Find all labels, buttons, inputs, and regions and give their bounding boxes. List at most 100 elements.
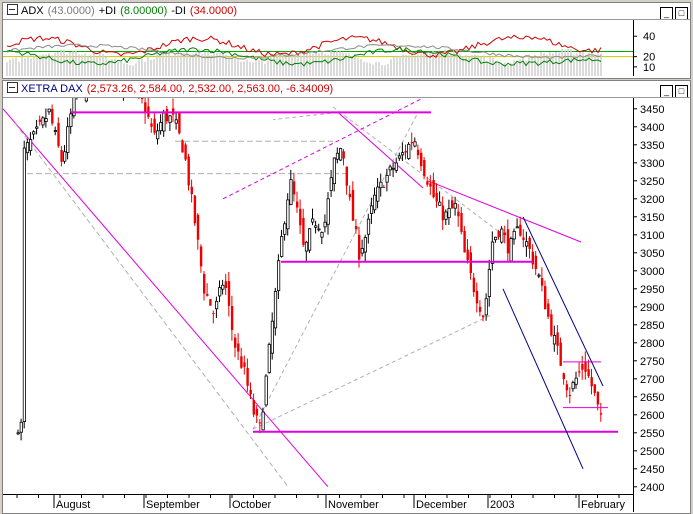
candle-body <box>267 344 271 373</box>
candle-body <box>38 119 42 122</box>
candle-body <box>435 192 438 202</box>
candle-body <box>457 211 460 217</box>
candle-body <box>379 181 383 189</box>
price-minimize-button[interactable]: _ <box>660 85 673 97</box>
candle-body <box>69 113 73 127</box>
candle-body <box>413 141 417 147</box>
candle-body <box>174 119 178 124</box>
candle <box>338 147 343 161</box>
y-tick-label: 3100 <box>640 230 664 242</box>
x-tick-label: September <box>146 499 200 511</box>
candle-body <box>181 140 184 153</box>
pane-menu-icon[interactable] <box>7 4 18 15</box>
candle-body <box>299 208 302 226</box>
y-tick-label: 2650 <box>640 392 664 404</box>
candle-body <box>227 281 231 306</box>
candle-body <box>304 241 309 252</box>
y-tick-label: 2450 <box>640 464 664 476</box>
adx-maximize-button[interactable]: □ <box>675 7 688 19</box>
pane-menu-icon[interactable] <box>7 82 18 93</box>
candle-body <box>460 213 463 233</box>
candle-body <box>534 255 538 270</box>
adx-minimize-button[interactable]: _ <box>660 7 673 19</box>
candle <box>181 139 184 153</box>
candle-body <box>506 229 510 254</box>
y-tick-label: 3400 <box>640 122 664 134</box>
adx-title-bar[interactable]: ADX (43.0000) +DI (8.00000) -DI (34.0000) _ □ <box>3 3 690 20</box>
adx-pane[interactable]: ADX (43.0000) +DI (8.00000) -DI (34.0000) _ □ … <box>2 2 691 79</box>
candle-body <box>168 115 172 123</box>
x-tick-label: February <box>581 499 626 511</box>
candle-body <box>599 413 603 415</box>
candle-body <box>252 399 255 415</box>
candle-body <box>426 181 429 185</box>
price-label: XETRA DAX <box>21 83 83 95</box>
plus-di-label: +DI <box>98 5 117 17</box>
candle-body <box>280 235 284 257</box>
candle-body <box>345 166 348 186</box>
candle-body <box>230 306 234 331</box>
candle-body <box>493 236 498 241</box>
candle-body <box>141 98 144 99</box>
candle-body <box>342 151 345 159</box>
candle <box>72 98 76 119</box>
candle-body <box>478 306 482 312</box>
candle-body <box>19 421 23 433</box>
candle-body <box>552 335 557 345</box>
candle-body <box>159 122 163 132</box>
candle-body <box>44 118 48 122</box>
candle-body <box>156 130 160 140</box>
y-tick-label: 2700 <box>640 374 664 386</box>
candle-body <box>487 269 492 297</box>
candle-body <box>407 143 411 159</box>
candle-body <box>391 167 395 170</box>
candle-body <box>432 179 435 198</box>
chart-window: ADX (43.0000) +DI (8.00000) -DI (34.0000) _ □ … <box>0 0 693 514</box>
candle-body <box>332 157 337 185</box>
candle-body <box>451 200 454 209</box>
candle-body <box>66 126 70 153</box>
candle-body <box>162 112 166 132</box>
candle-body <box>237 343 240 352</box>
y-tick-label: 3200 <box>640 194 664 206</box>
candle-body <box>466 249 469 261</box>
y-tick-label: 3450 <box>640 104 664 116</box>
candle-body <box>429 183 432 187</box>
candle-body <box>307 228 312 251</box>
candle-body <box>565 384 569 391</box>
candle-body <box>497 231 500 238</box>
candle-body <box>509 238 513 262</box>
candle-body <box>556 332 559 346</box>
candle-body <box>283 223 287 235</box>
candle-body <box>286 199 290 230</box>
minus-di-label: -DI <box>171 5 186 17</box>
candle-body <box>214 300 219 310</box>
candle-body <box>311 218 315 223</box>
candle-body <box>578 371 581 373</box>
candle-body <box>373 194 377 211</box>
candle-body <box>320 232 324 238</box>
candle-body <box>184 144 187 160</box>
candle-body <box>218 287 222 297</box>
candle <box>178 112 181 135</box>
candle-body <box>581 363 584 370</box>
minus-di-value: (34.0000) <box>189 5 238 17</box>
price-maximize-button[interactable]: □ <box>675 85 688 97</box>
y-tick-label: 3050 <box>640 248 664 260</box>
candle-body <box>261 411 265 431</box>
price-title-bar[interactable]: XETRA DAX (2,573.26, 2,584.00, 2,532.00, … <box>3 81 690 98</box>
adx-plot[interactable]: 402010 <box>3 20 688 77</box>
candle-body <box>203 273 206 294</box>
candle-body <box>187 156 190 186</box>
candle <box>187 153 190 191</box>
price-plot[interactable]: 3450 3400 3350 3300 3250 3200 3150 3100 3050 3000… <box>3 98 688 512</box>
candle-body <box>596 391 600 405</box>
candle-body <box>394 162 399 171</box>
price-pane[interactable]: XETRA DAX (2,573.26, 2,584.00, 2,532.00, … <box>2 80 691 514</box>
x-tick-label: October <box>232 499 271 511</box>
candle-body <box>500 228 504 243</box>
candle-body <box>323 221 327 228</box>
candle-body <box>574 377 578 385</box>
candle-body <box>593 384 596 393</box>
candle-body <box>376 186 380 202</box>
